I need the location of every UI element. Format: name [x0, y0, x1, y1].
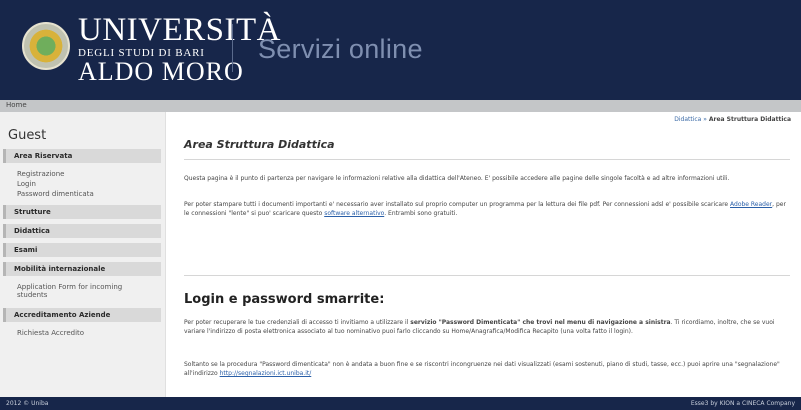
application-form-label-line2: students	[17, 291, 48, 299]
university-logo[interactable]: UNIVERSITÀ DEGLI STUDI DI BARI ALDO MORO	[78, 14, 281, 85]
sidebar-user-title: Guest	[8, 128, 47, 143]
sidebar: Guest Area Riservata Registrazione Login…	[0, 112, 166, 397]
breadcrumb-current: Area Struttura Didattica	[708, 116, 791, 123]
intro-paragraph: Questa pagina è il punto di partenza per…	[184, 175, 730, 182]
adobe-reader-link[interactable]: Adobe Reader	[730, 201, 772, 208]
breadcrumb: Didattica » Area Struttura Didattica	[674, 116, 791, 123]
recover-text-part1: Per poter recuperare le tue credenziali …	[184, 319, 411, 326]
recover-bold-text: servizio "Password Dimenticata" che trov…	[410, 319, 671, 326]
sidebar-item-login[interactable]: Login	[17, 180, 36, 188]
sidebar-item-password-dimenticata[interactable]: Password dimenticata	[17, 190, 94, 198]
sidebar-section-area-riservata[interactable]: Area Riservata	[3, 149, 161, 163]
segnalazioni-link[interactable]: http://segnalazioni.ict.uniba.it/	[220, 370, 312, 377]
application-form-label-line1: Application Form for incoming	[17, 283, 123, 291]
sidebar-item-registrazione[interactable]: Registrazione	[17, 170, 64, 178]
logo-line-aldo-moro: ALDO MORO	[78, 57, 244, 86]
site-header: UNIVERSITÀ DEGLI STUDI DI BARI ALDO MORO…	[0, 0, 801, 100]
university-seal-logo[interactable]	[22, 22, 70, 70]
breadcrumb-didattica-link[interactable]: Didattica	[674, 116, 701, 123]
report-paragraph: Soltanto se la procedura "Password dimen…	[184, 360, 788, 378]
pdf-text-part3: . Entrambi sono gratuiti.	[384, 210, 458, 217]
login-password-heading: Login e password smarrite:	[184, 292, 385, 307]
footer-credits[interactable]: Esse3 by KION a CINECA Company	[691, 400, 795, 407]
page-title: Area Struttura Didattica	[184, 138, 335, 151]
section-divider	[184, 275, 790, 276]
sidebar-item-richiesta-accredito[interactable]: Richiesta Accredito	[17, 329, 84, 337]
home-link[interactable]: Home	[6, 101, 27, 109]
breadcrumb-bar: Home	[0, 100, 801, 112]
breadcrumb-separator: »	[703, 116, 707, 123]
title-divider	[184, 159, 790, 160]
sidebar-section-accreditamento[interactable]: Accreditamento Aziende	[3, 308, 161, 322]
sidebar-section-didattica[interactable]: Didattica	[3, 224, 161, 238]
main-content: Didattica » Area Struttura Didattica Are…	[180, 112, 795, 397]
header-divider	[232, 24, 233, 72]
logo-line-universita: UNIVERSITÀ	[78, 12, 281, 48]
recover-credentials-paragraph: Per poter recuperare le tue credenziali …	[184, 318, 788, 336]
service-title: Servizi online	[258, 34, 423, 64]
pdf-reader-paragraph: Per poter stampare tutti i documenti imp…	[184, 200, 788, 218]
sidebar-section-esami[interactable]: Esami	[3, 243, 161, 257]
sidebar-section-strutture[interactable]: Strutture	[3, 205, 161, 219]
pdf-text-part1: Per poter stampare tutti i documenti imp…	[184, 201, 731, 208]
sidebar-section-mobilita[interactable]: Mobilità internazionale	[3, 262, 161, 276]
site-footer: 2012 © Uniba Esse3 by KION a CINECA Comp…	[0, 397, 801, 410]
alternative-software-link[interactable]: software alternativo	[324, 210, 384, 217]
footer-copyright: 2012 © Uniba	[6, 400, 49, 407]
sidebar-item-application-form[interactable]: Application Form for incoming students	[17, 283, 122, 299]
